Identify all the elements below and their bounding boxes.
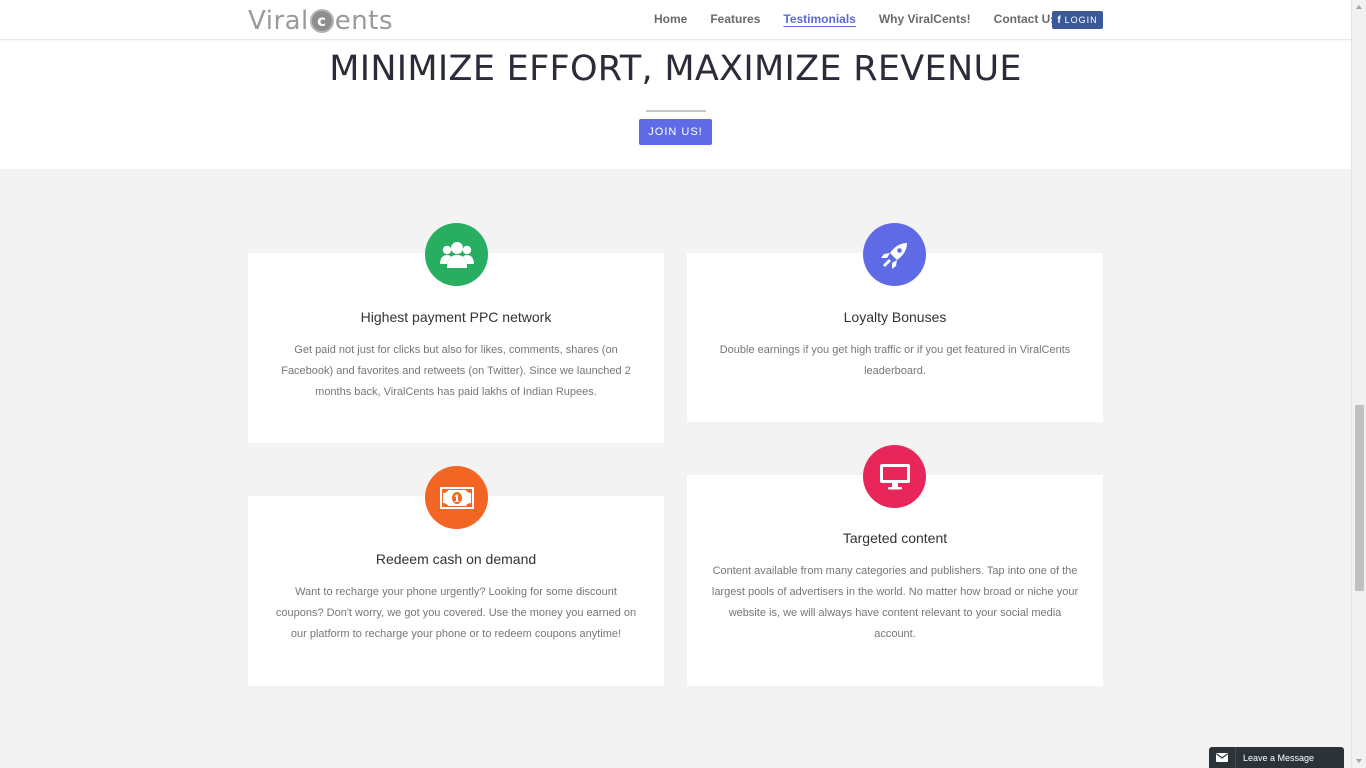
scrollbar-thumb[interactable] [1355, 405, 1364, 591]
leave-message-label: Leave a Message [1243, 752, 1315, 763]
facebook-icon: f [1057, 14, 1062, 26]
scroll-down-arrow-icon[interactable] [1356, 759, 1362, 763]
brand-logo[interactable]: Viral c ents [248, 5, 393, 37]
feature-text: Want to recharge your phone urgently? Lo… [275, 586, 637, 640]
nav-link-contact-us[interactable]: Contact Us [994, 12, 1057, 26]
nav-links: Home Features Testimonials Why ViralCent… [654, 12, 1080, 26]
hero-section: MINIMIZE EFFORT, MAXIMIZE REVENUE JOIN U… [0, 40, 1351, 169]
facebook-login-button[interactable]: f LOGIN [1052, 11, 1103, 29]
feature-title: Redeem cash on demand [375, 551, 537, 567]
feature-text: Double earnings if you get high traffic … [719, 344, 1071, 377]
money-icon [425, 466, 488, 529]
feature-text: Get paid not just for clicks but also fo… [281, 344, 631, 398]
feature-title: Targeted content [842, 530, 948, 546]
envelope-icon [1209, 747, 1236, 768]
feature-text: Content available from many categories a… [711, 565, 1079, 640]
join-us-button[interactable]: JOIN US! [639, 119, 712, 145]
nav-link-home[interactable]: Home [654, 12, 687, 26]
users-icon [425, 223, 488, 286]
feature-title: Loyalty Bonuses [843, 309, 947, 325]
hero-title: MINIMIZE EFFORT, MAXIMIZE REVENUE [329, 49, 1022, 89]
leave-message-widget[interactable]: Leave a Message [1209, 747, 1344, 768]
scroll-up-arrow-icon[interactable] [1356, 5, 1362, 9]
login-label: LOGIN [1064, 15, 1098, 25]
brand-coin-mark: c [309, 9, 334, 33]
nav-link-features[interactable]: Features [710, 12, 760, 26]
feature-title: Highest payment PPC network [360, 309, 552, 325]
desktop-icon [863, 445, 926, 508]
page-scrollbar[interactable] [1351, 0, 1366, 768]
brand-name-left: Viral [248, 6, 309, 36]
rocket-icon [863, 223, 926, 286]
top-navbar: Viral c ents Home Features Testimonials … [0, 0, 1351, 40]
nav-link-why-viralcents[interactable]: Why ViralCents! [879, 12, 971, 26]
hero-divider [646, 110, 706, 112]
nav-link-testimonials[interactable]: Testimonials [783, 12, 855, 26]
page: Viral c ents Home Features Testimonials … [0, 0, 1351, 768]
brand-name-right: ents [334, 6, 394, 36]
